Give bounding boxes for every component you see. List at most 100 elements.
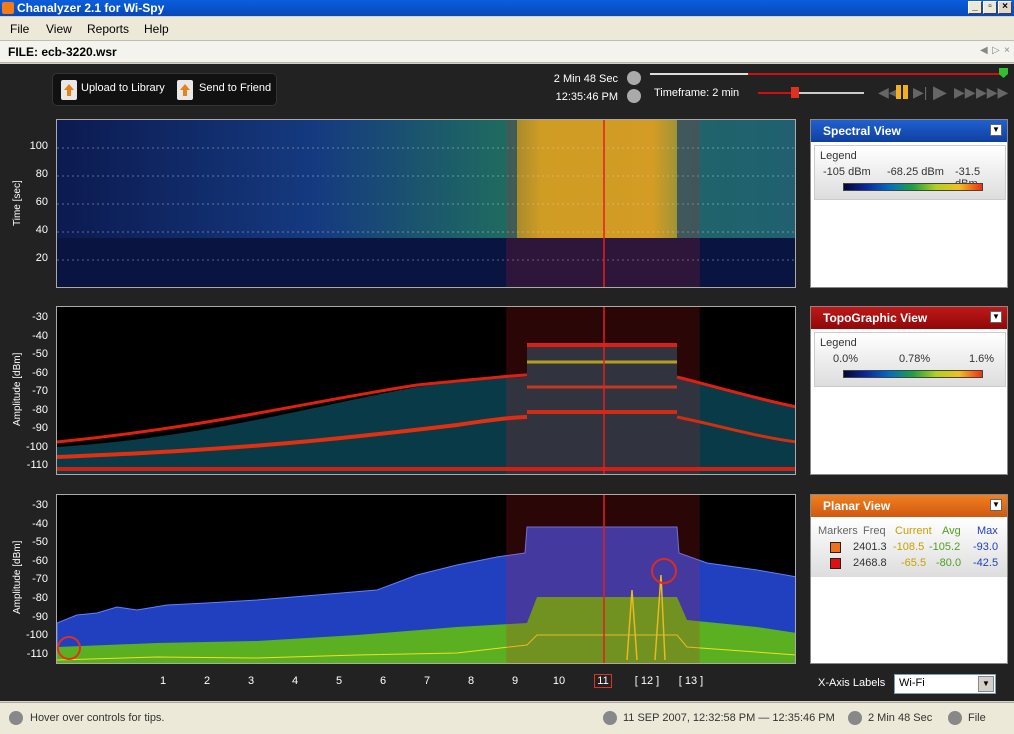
step-forward-icon[interactable]: ▶| [913, 84, 927, 101]
menu-view[interactable]: View [46, 22, 72, 36]
topo-legend-max: 1.6% [969, 353, 995, 365]
duration-readout: 2 Min 48 Sec [553, 73, 618, 85]
status-range: 11 SEP 2007, 12:32:58 PM — 12:35:46 PM [623, 712, 835, 724]
topo-ytick: -40 [32, 329, 48, 342]
tips-icon [9, 711, 23, 725]
clock-readout: 12:35:46 PM [555, 91, 618, 103]
title-bar: Chanalyzer 2.1 for Wi-Spy _ ▫ × [0, 0, 1014, 16]
planar-ytick: -70 [32, 573, 48, 586]
x-axis-labels-select[interactable]: Wi-Fi ▼ [894, 674, 996, 694]
spectral-dropdown-icon[interactable]: ▼ [990, 124, 1002, 136]
planar-ytick: -50 [32, 536, 48, 549]
topo-panel-header: TopoGraphic View ▼ [811, 307, 1007, 329]
x-tick-text: [ 13 ] [678, 675, 704, 687]
x-tick-label: 10 [544, 675, 574, 687]
status-tip: Hover over controls for tips. [30, 712, 165, 724]
topographic-plot[interactable] [56, 306, 796, 475]
x-tick-text: 1 [159, 675, 167, 687]
status-bar: Hover over controls for tips. 11 SEP 200… [0, 702, 1014, 734]
x-tick-label: 3 [236, 675, 266, 687]
app-icon [2, 2, 14, 14]
menu-file[interactable]: File [10, 22, 29, 36]
app-window: Chanalyzer 2.1 for Wi-Spy _ ▫ × File Vie… [0, 0, 1014, 734]
topo-ytick: -50 [32, 348, 48, 360]
x-axis-labels-label: X-Axis Labels [818, 677, 886, 689]
timeframe-slider-handle[interactable] [791, 87, 799, 98]
spectral-plot[interactable] [56, 119, 796, 288]
close-file-icon[interactable]: × [1004, 45, 1010, 56]
planar-ytick: -110 [26, 647, 48, 660]
spectral-ytick: 60 [35, 196, 48, 208]
menu-bar: File View Reports Help [0, 17, 1014, 41]
skip-end-icon[interactable]: ▶▶▶ [976, 84, 1008, 101]
planar-panel-title: Planar View [823, 499, 891, 513]
spectral-ytick: 80 [35, 168, 48, 180]
spectral-legend-mid: -68.25 dBm [887, 166, 944, 178]
x-axis-select-value: Wi-Fi [899, 677, 925, 689]
prev-arrow-icon[interactable]: ◀ [980, 45, 988, 56]
x-tick-text: 4 [291, 675, 299, 687]
play-icon[interactable]: ▶ [933, 82, 947, 103]
marker-1-max: -93.0 [973, 541, 999, 553]
x-tick-label: [ 12 ] [632, 675, 662, 687]
x-tick-text: 11 [594, 674, 612, 688]
close-button[interactable]: × [998, 1, 1012, 14]
x-tick-label: 7 [412, 675, 442, 687]
file-name: FILE: ecb-3220.wsr [8, 45, 117, 59]
spectral-ytick: 20 [35, 252, 48, 264]
minimize-button[interactable]: _ [968, 1, 982, 14]
topo-color-bar [843, 370, 983, 378]
spectral-panel-header: Spectral View ▼ [811, 120, 1007, 142]
marker-2-current: -65.5 [901, 557, 927, 569]
timeline-selection[interactable] [748, 73, 1003, 75]
gear-icon[interactable] [627, 89, 641, 103]
planar-ytick: -60 [32, 554, 48, 567]
spectral-ytick: 40 [35, 224, 48, 236]
x-tick-text: 8 [467, 675, 475, 687]
marker-1-swatch [830, 542, 841, 553]
topo-ytick: -70 [32, 385, 48, 397]
topo-legend-label: Legend [820, 337, 857, 349]
marker-2-max: -42.5 [973, 557, 999, 569]
x-tick-label: 8 [456, 675, 486, 687]
timeframe-slider-track[interactable] [794, 92, 864, 94]
topo-legend-min: 0.0% [833, 353, 859, 365]
main-area: Upload to Library Send to Friend 2 Min 4… [0, 64, 1014, 701]
planar-ytick: -90 [32, 610, 48, 623]
topo-dropdown-icon[interactable]: ▼ [990, 311, 1002, 323]
planar-ytick: -80 [32, 592, 48, 604]
toolbar: Upload to Library Send to Friend [52, 73, 277, 106]
chevron-down-icon[interactable]: ▼ [978, 676, 994, 692]
planar-plot[interactable] [56, 494, 796, 664]
spectral-view-panel: Spectral View ▼ Legend -105 dBm -68.25 d… [810, 119, 1008, 288]
upload-icon [61, 80, 77, 100]
markers-header: Markers [818, 525, 858, 537]
spectral-svg [57, 120, 795, 287]
planar-dropdown-icon[interactable]: ▼ [990, 499, 1002, 511]
timeline-end-handle[interactable] [999, 68, 1008, 78]
menu-reports[interactable]: Reports [87, 22, 129, 36]
maximize-button[interactable]: ▫ [983, 1, 997, 14]
fast-forward-icon[interactable]: ▶▶ [954, 84, 976, 101]
freq-header: Freq [863, 525, 886, 537]
window-title: Chanalyzer 2.1 for Wi-Spy [17, 1, 165, 15]
upload-to-library-button[interactable]: Upload to Library [81, 82, 165, 94]
file-status-icon [948, 711, 962, 725]
spectral-legend-min: -105 dBm [823, 166, 871, 178]
pause-icon[interactable] [896, 85, 908, 99]
x-tick-label: 11 [588, 674, 618, 688]
menu-help[interactable]: Help [144, 22, 169, 36]
planar-markers-table: Markers Freq Current Avg Max 2401.3 -108… [811, 517, 1007, 577]
planar-ytick: -30 [32, 499, 48, 511]
topographic-view-panel: TopoGraphic View ▼ Legend 0.0% 0.78% 1.6… [810, 306, 1008, 475]
clock-icon [627, 71, 641, 85]
x-tick-label: 4 [280, 675, 310, 687]
x-tick-label: [ 13 ] [676, 675, 706, 687]
send-to-friend-button[interactable]: Send to Friend [199, 82, 271, 94]
topo-ytick: -90 [32, 422, 48, 434]
marker-2-swatch [830, 558, 841, 569]
marker-2-freq: 2468.8 [853, 557, 887, 569]
x-tick-text: 3 [247, 675, 255, 687]
next-arrow-icon[interactable]: ▷ [992, 45, 1000, 56]
planar-ytick: -40 [32, 517, 48, 530]
